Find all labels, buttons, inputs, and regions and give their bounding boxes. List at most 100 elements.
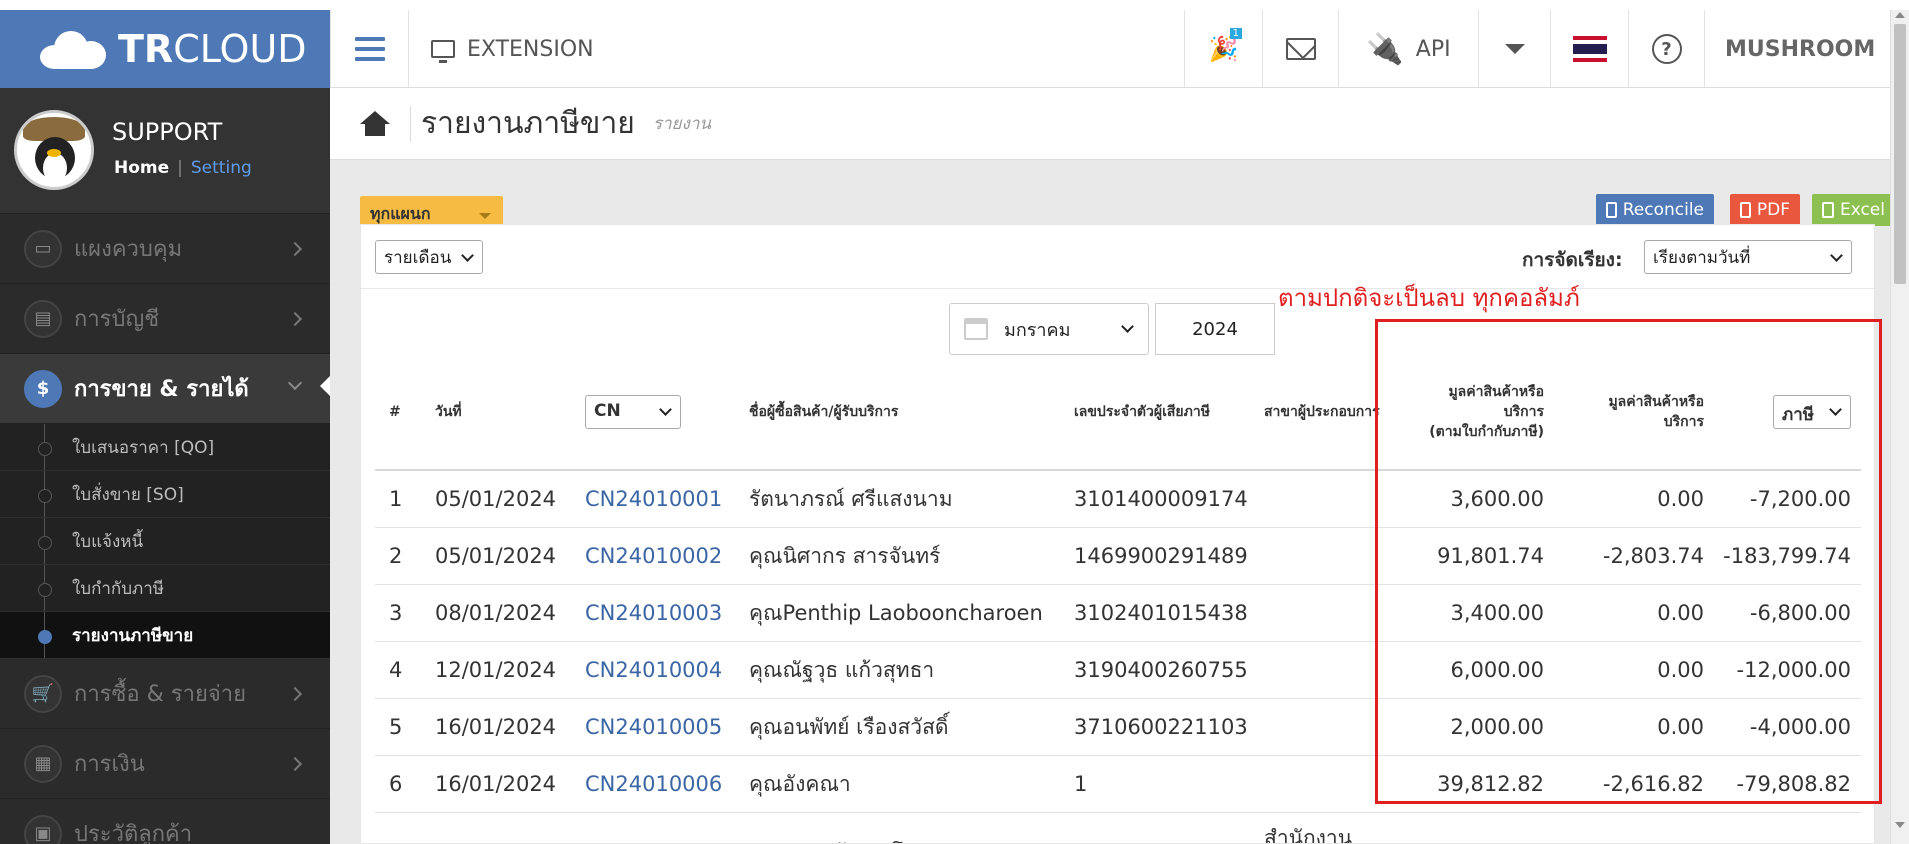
doc-link[interactable]: CN24010001: [585, 487, 749, 511]
sidebar: SUPPORT Home | Setting ▭ แผงควบคุม ▤ การบั…: [0, 88, 330, 844]
sidebar-item-sales[interactable]: $ การขาย & รายได้: [0, 354, 330, 424]
party-popper-icon: 🎉: [1208, 35, 1239, 63]
chevron-right-icon: [287, 241, 303, 256]
help-button[interactable]: ?: [1628, 10, 1704, 88]
question-circle-icon: ?: [1651, 34, 1682, 64]
profile-name: SUPPORT: [112, 118, 223, 146]
sidebar-item-label: การซื้อ & รายจ่าย: [74, 682, 246, 707]
doc-link[interactable]: CN24010002: [585, 544, 749, 568]
sidebar-item-accounting[interactable]: ▤ การบัญชี: [0, 284, 330, 354]
header-date: วันที่: [435, 404, 462, 420]
sort-label: การจัดเรียง:: [1522, 249, 1623, 271]
doc-link[interactable]: CN24010003: [585, 601, 749, 625]
sidebar-sub-invoice[interactable]: ใบแจ้งหนี้: [0, 518, 330, 565]
sidebar-item-label: ประวัติลูกค้า: [74, 822, 193, 844]
scrollbar-thumb[interactable]: [1894, 24, 1906, 284]
doc-type-select[interactable]: CN: [585, 395, 681, 429]
sidebar-item-label: การเงิน: [74, 752, 145, 777]
home-icon[interactable]: [360, 110, 390, 137]
extension-label: EXTENSION: [467, 36, 594, 62]
envelope-icon: [1285, 38, 1316, 60]
export-pdf-button[interactable]: PDF: [1730, 194, 1800, 226]
chevron-down-icon: [1830, 249, 1843, 262]
chevron-right-icon: [287, 756, 303, 771]
export-excel-button[interactable]: Excel: [1812, 194, 1895, 226]
chevron-down-icon: [287, 375, 303, 391]
thai-flag-icon: [1572, 36, 1607, 62]
calendar-icon: [964, 318, 988, 340]
pdf-file-icon: [1740, 202, 1751, 218]
page-title: รายงานภาษีขาย: [421, 106, 635, 141]
doc-link[interactable]: CN24010005: [585, 715, 749, 739]
header-tax-id: เลขประจำตัวผู้เสียภาษี: [1074, 404, 1210, 420]
setting-link[interactable]: Setting: [191, 158, 252, 178]
home-link[interactable]: Home: [114, 158, 169, 178]
header-no: #: [389, 404, 401, 420]
book-icon: ▤: [24, 299, 62, 338]
sidebar-sub-sales-order[interactable]: ใบสั่งขาย [SO]: [0, 471, 330, 518]
sidebar-item-finance[interactable]: ▦ การเงิน: [0, 729, 330, 799]
scroll-down-icon[interactable]: [1895, 822, 1905, 828]
avatar[interactable]: [14, 110, 94, 190]
book-icon: [1606, 202, 1617, 218]
sidebar-item-label: แผงควบคุม: [74, 237, 183, 262]
contact-icon: ▣: [24, 814, 62, 844]
plug-icon: 🔌: [1366, 31, 1404, 67]
company-switcher-button[interactable]: MUSHROOM: [1704, 10, 1894, 88]
monitor-icon: ▭: [24, 229, 62, 268]
user-profile: SUPPORT Home | Setting: [0, 88, 330, 214]
page-subtitle: รายงาน: [652, 114, 711, 134]
dollar-icon: $: [24, 369, 62, 408]
top-header: TRCLOUD EXTENSION 🎉 1 🔌 API ? MUSHROOM: [0, 0, 1909, 88]
sidebar-item-label: การขาย & รายได้: [74, 377, 249, 402]
more-dropdown-button[interactable]: [1478, 10, 1550, 88]
chevron-right-icon: [287, 686, 303, 701]
company-name: MUSHROOM: [1725, 36, 1876, 62]
chevron-down-icon: [461, 249, 474, 262]
sidebar-sub-sales-tax-report[interactable]: รายงานภาษีขาย: [0, 612, 330, 659]
api-label: API: [1415, 36, 1451, 62]
hamburger-icon: [354, 31, 385, 67]
menu-toggle-button[interactable]: [330, 10, 408, 88]
app-logo[interactable]: TRCLOUD: [0, 10, 330, 88]
doc-link[interactable]: CN24010006: [585, 772, 749, 796]
page-scrollbar[interactable]: [1890, 10, 1909, 844]
sidebar-item-label: การบัญชี: [74, 307, 160, 332]
excel-file-icon: [1822, 202, 1834, 218]
profile-links: Home | Setting: [114, 158, 252, 178]
sidebar-item-contacts[interactable]: ▣ ประวัติลูกค้า: [0, 799, 330, 844]
reconcile-button[interactable]: Reconcile: [1596, 194, 1714, 226]
sort-select[interactable]: เรียงตามวันที่: [1644, 240, 1852, 274]
doc-link[interactable]: CN24010004: [585, 658, 749, 682]
month-select[interactable]: มกราคม: [949, 303, 1149, 355]
table-row[interactable]: 7 18/01/2024 CN24010025 บริษัท วิสต้า อิ…: [375, 813, 1866, 843]
chevron-right-icon: [287, 311, 303, 326]
period-select[interactable]: รายเดือน: [375, 240, 483, 274]
sidebar-sub-quotation[interactable]: ใบเสนอราคา [QO]: [0, 424, 330, 471]
caret-down-icon: [1504, 44, 1525, 54]
page-header: รายงานภาษีขาย รายงาน: [330, 88, 1890, 160]
brand-name: TRCLOUD: [118, 27, 307, 71]
doc-link[interactable]: CN24010025: [585, 817, 749, 843]
mail-button[interactable]: [1262, 10, 1338, 88]
annotation-highlight-box: [1375, 319, 1882, 804]
year-input[interactable]: 2024: [1155, 303, 1275, 355]
scroll-up-icon[interactable]: [1895, 12, 1905, 18]
filter-bar: รายเดือน การจัดเรียง: เรียงตามวันที่: [361, 225, 1874, 289]
cart-icon: 🛒: [24, 674, 62, 713]
api-button[interactable]: 🔌 API: [1338, 10, 1478, 88]
annotation-note: ตามปกติจะเป็นลบ ทุกคอลัมภ์: [1278, 284, 1580, 312]
header-customer: ชื่อผู้ซื้อสินค้า/ผู้รับบริการ: [749, 404, 899, 420]
header-doc-type: CN: [585, 395, 749, 429]
chevron-down-icon: [1121, 320, 1134, 333]
extension-button[interactable]: EXTENSION: [408, 10, 613, 88]
caret-down-icon: [479, 213, 491, 219]
notification-button[interactable]: 🎉 1: [1184, 10, 1262, 88]
sidebar-item-dashboard[interactable]: ▭ แผงควบคุม: [0, 214, 330, 284]
calendar-icon: ▦: [24, 744, 62, 783]
sidebar-item-purchases[interactable]: 🛒 การซื้อ & รายจ่าย: [0, 659, 330, 729]
language-button[interactable]: [1550, 10, 1628, 88]
sidebar-sub-tax-invoice[interactable]: ใบกำกับภาษี: [0, 565, 330, 612]
notification-badge: 1: [1229, 28, 1242, 39]
cloud-icon: [40, 29, 106, 69]
